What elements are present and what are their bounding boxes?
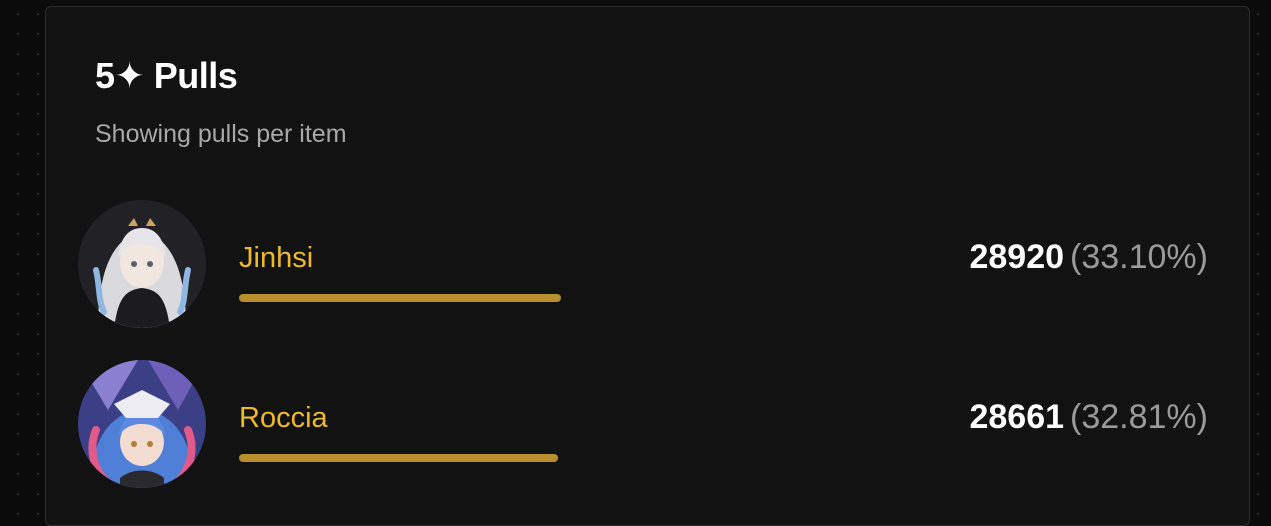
pull-count: 28920 [969,238,1065,276]
list-item-jinhsi[interactable]: Jinhsi 28920 (33.10%) [78,200,1218,330]
jinhsi-portrait-icon [78,200,206,328]
pull-count: 28661 [969,398,1065,436]
pull-share-bar [239,454,839,462]
five-star-pulls-card: 5✦ Pulls Showing pulls per item Jinhsi 2… [45,6,1250,526]
pull-stat: 28920 (33.10%) [969,237,1208,277]
jinhsi-avatar [78,200,206,328]
pull-share-bar-fill [239,294,562,302]
roccia-portrait-icon [78,360,206,488]
item-name[interactable]: Jinhsi [239,241,313,275]
roccia-avatar [78,360,206,488]
item-name[interactable]: Roccia [239,401,328,435]
list-item-roccia[interactable]: Roccia 28661 (32.81%) [78,360,1218,490]
card-title: 5✦ Pulls [95,55,238,96]
pull-share-bar-fill [239,454,559,462]
pull-stat: 28661 (32.81%) [969,397,1208,437]
pull-share-bar [239,294,839,302]
pull-percent: (32.81%) [1070,398,1208,436]
card-subtitle: Showing pulls per item [95,120,347,148]
pull-percent: (33.10%) [1070,238,1208,276]
